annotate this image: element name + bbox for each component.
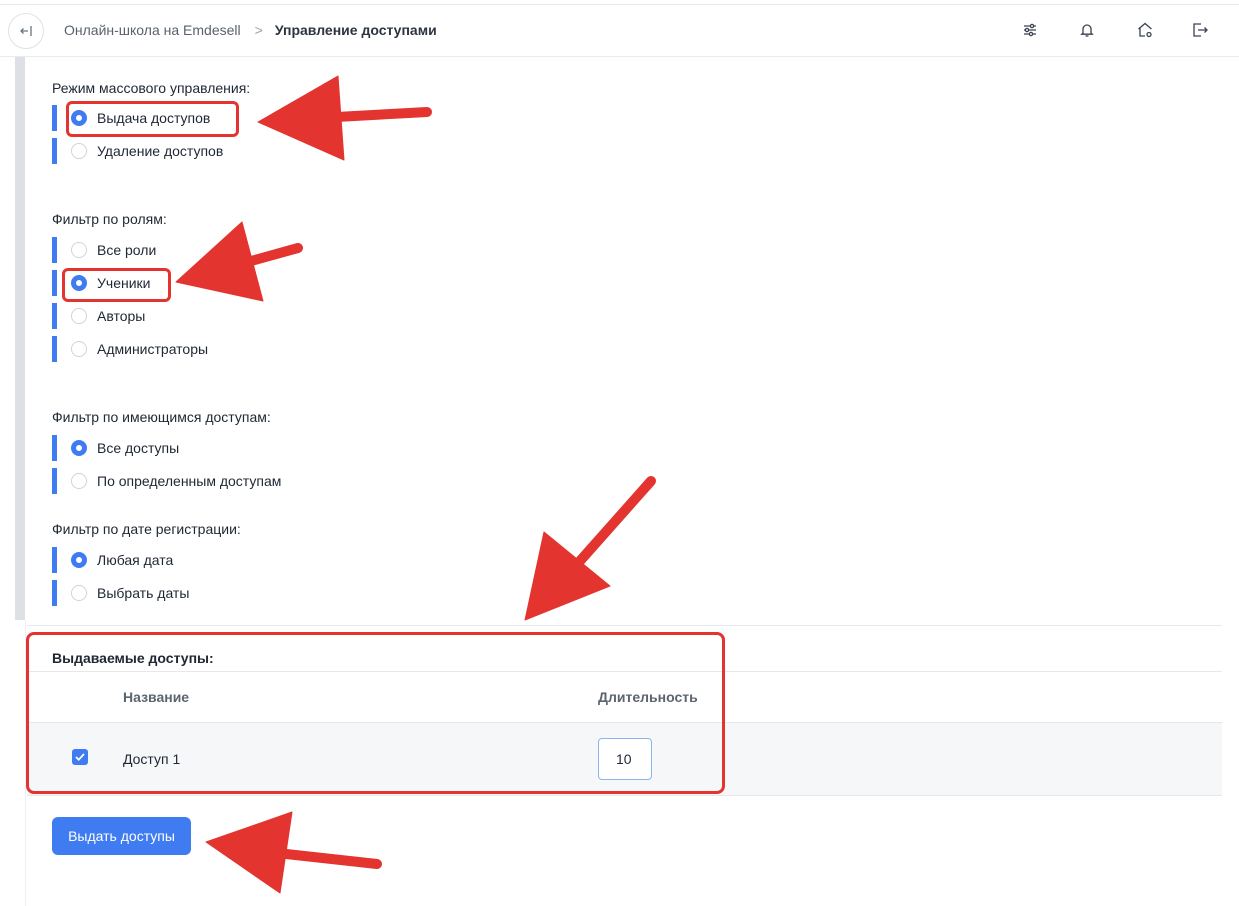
radio-access-specific[interactable]: По определенным доступам	[52, 468, 452, 494]
mode-group-title: Режим массового управления:	[52, 80, 251, 96]
radio-button[interactable]	[71, 341, 87, 357]
radio-button[interactable]	[71, 242, 87, 258]
radio-button[interactable]	[71, 308, 87, 324]
annotation-highlight-table	[26, 632, 725, 794]
settings-sliders-button[interactable]	[1019, 19, 1041, 41]
radio-label: По определенным доступам	[97, 473, 282, 489]
radio-button[interactable]	[71, 143, 87, 159]
radio-button[interactable]	[71, 585, 87, 601]
roles-group-title: Фильтр по ролям:	[52, 211, 167, 227]
existing-access-group-title: Фильтр по имеющимся доступам:	[52, 409, 271, 425]
reg-date-group-title: Фильтр по дате регистрации:	[52, 521, 241, 537]
notifications-button[interactable]	[1076, 19, 1098, 41]
radio-label: Удаление доступов	[97, 143, 224, 159]
annotation-arrow-3	[524, 476, 656, 621]
radio-label: Все доступы	[97, 440, 180, 456]
annotation-highlight-grant	[66, 101, 239, 137]
radio-date-any[interactable]: Любая дата	[52, 547, 452, 573]
radio-access-all[interactable]: Все доступы	[52, 435, 452, 461]
radio-label: Все роли	[97, 242, 157, 258]
annotation-highlight-students	[62, 268, 171, 302]
grant-access-button[interactable]: Выдать доступы	[52, 817, 191, 855]
bell-icon	[1080, 24, 1094, 37]
annotation-arrow-4	[205, 811, 382, 894]
radio-label: Администраторы	[97, 341, 209, 357]
radio-mode-remove[interactable]: Удаление доступов	[52, 138, 452, 164]
radio-role-admins[interactable]: Администраторы	[52, 336, 452, 362]
logout-icon	[1193, 23, 1208, 37]
radio-button[interactable]	[71, 552, 87, 568]
radio-role-authors[interactable]: Авторы	[52, 303, 452, 329]
filters-panel-stripe	[15, 57, 25, 620]
school-settings-button[interactable]	[1134, 19, 1156, 41]
radio-label: Любая дата	[97, 552, 174, 568]
radio-label: Выбрать даты	[97, 585, 190, 601]
radio-role-all[interactable]: Все роли	[52, 237, 452, 263]
top-header: Онлайн-школа на Emdesell > Управление до…	[0, 5, 1239, 57]
radio-label: Авторы	[97, 308, 146, 324]
radio-button[interactable]	[71, 473, 87, 489]
section-divider	[27, 625, 1222, 626]
home-settings-icon	[1138, 22, 1152, 38]
radio-button[interactable]	[71, 440, 87, 456]
radio-date-pick[interactable]: Выбрать даты	[52, 580, 452, 606]
sliders-icon	[1024, 23, 1036, 37]
logout-button[interactable]	[1189, 19, 1211, 41]
